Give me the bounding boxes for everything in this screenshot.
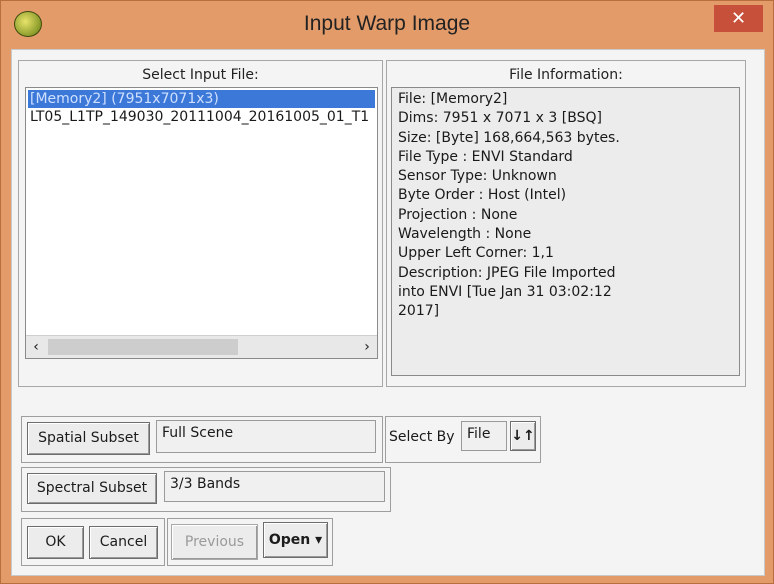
info-line: Projection : None — [398, 206, 518, 223]
info-line: Upper Left Corner: 1,1 — [398, 245, 554, 262]
info-line: 2017] — [398, 303, 440, 320]
file-list-horizontal-scrollbar[interactable]: ‹ › — [26, 335, 377, 358]
scroll-left-icon[interactable]: ‹ — [26, 336, 46, 358]
ok-button[interactable]: OK — [27, 526, 84, 559]
close-button[interactable]: ✕ — [714, 5, 763, 32]
dialog-window: Input Warp Image ✕ Select Input File: [M… — [0, 0, 774, 584]
spectral-subset-button[interactable]: Spectral Subset — [27, 473, 157, 504]
spectral-subset-value: 3/3 Bands — [164, 471, 385, 502]
info-line: Size: [Byte] 168,664,563 bytes. — [398, 129, 620, 146]
info-line: File Type : ENVI Standard — [398, 148, 573, 165]
file-information-label: File Information: — [509, 67, 623, 83]
spatial-subset-value: Full Scene — [156, 420, 376, 453]
cancel-button[interactable]: Cancel — [89, 526, 158, 559]
spatial-subset-group: Spatial Subset Full Scene — [21, 416, 383, 463]
file-list-item-memory2[interactable]: [Memory2] (7951x7071x3) — [28, 90, 375, 108]
select-input-file-label: Select Input File: — [142, 67, 259, 83]
info-line: Sensor Type: Unknown — [398, 168, 557, 185]
select-by-value[interactable]: File — [461, 421, 507, 451]
info-line: File: [Memory2] — [398, 91, 508, 107]
scroll-right-icon[interactable]: › — [357, 336, 377, 358]
info-line: Wavelength : None — [398, 226, 532, 243]
file-information-text: File: [Memory2] Dims: 7951 x 7071 x 3 [B… — [391, 87, 740, 376]
file-information-panel: File Information: File: [Memory2] Dims: … — [386, 60, 746, 387]
info-line: Byte Order : Host (Intel) — [398, 187, 567, 204]
open-dropdown-button[interactable]: Open ▾ — [263, 522, 328, 558]
select-by-label: Select By — [389, 429, 455, 445]
file-list-item-landsat[interactable]: LT05_L1TP_149030_20111004_20161005_01_T1 — [28, 108, 369, 126]
select-input-file-panel: Select Input File: [Memory2] (7951x7071x… — [18, 60, 383, 387]
previous-button[interactable]: Previous — [171, 524, 258, 560]
input-file-list[interactable]: [Memory2] (7951x7071x3) LT05_L1TP_149030… — [25, 87, 378, 359]
title-bar[interactable]: Input Warp Image ✕ — [1, 1, 773, 48]
navigation-group: Previous Open ▾ — [167, 518, 333, 566]
info-line: into ENVI [Tue Jan 31 03:02:12 — [398, 283, 612, 300]
select-by-group: Select By File ↓↑ — [385, 416, 541, 463]
ok-cancel-group: OK Cancel — [21, 518, 165, 566]
scrollbar-thumb[interactable] — [48, 339, 238, 355]
info-line: Dims: 7951 x 7071 x 3 [BSQ] — [398, 110, 602, 127]
spectral-subset-group: Spectral Subset 3/3 Bands — [21, 467, 391, 512]
sort-order-icon[interactable]: ↓↑ — [510, 421, 536, 451]
spatial-subset-button[interactable]: Spatial Subset — [27, 422, 150, 455]
dialog-body: Select Input File: [Memory2] (7951x7071x… — [11, 49, 765, 576]
info-line: Description: JPEG File Imported — [398, 264, 616, 281]
window-title: Input Warp Image — [303, 12, 471, 35]
